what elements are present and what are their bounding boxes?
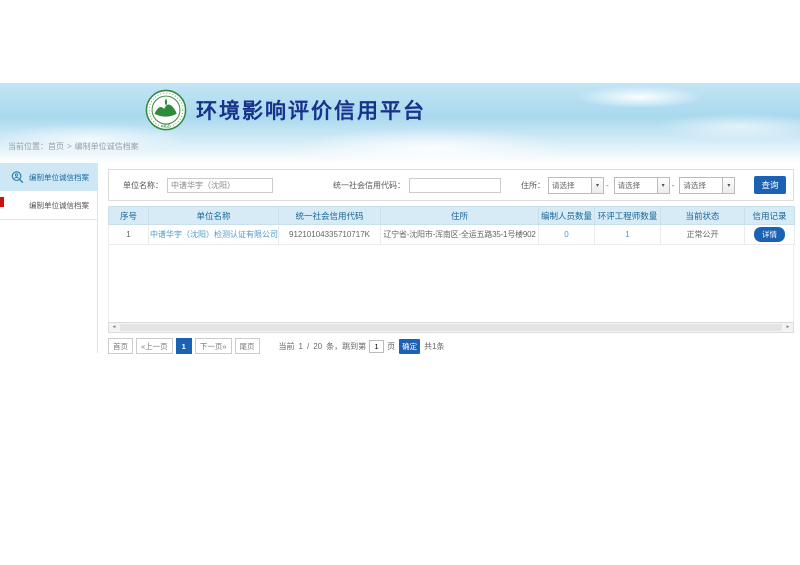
sidebar-item-label: 编制单位诚信档案 xyxy=(29,200,89,211)
company-name-link[interactable]: 中谱华宇（沈阳）检测认证有限公司 xyxy=(149,225,279,245)
chevron-down-icon[interactable]: ▾ xyxy=(722,178,734,193)
engineer-count-link[interactable]: 1 xyxy=(595,225,661,245)
scroll-left-icon[interactable]: ◄ xyxy=(109,323,119,332)
scroll-right-icon[interactable]: ► xyxy=(783,323,793,332)
pagination-info-mid: 条，跳到第 xyxy=(326,341,366,352)
brand: MEE 环境影响评价信用平台 xyxy=(145,89,426,131)
province-select[interactable]: 请选择 ▾ xyxy=(548,177,604,194)
first-page-button[interactable]: 首页 xyxy=(108,338,133,354)
credit-code-label: 统一社会信用代码： xyxy=(333,180,405,191)
pagination-info-prefix: 当前 xyxy=(279,341,295,352)
chevron-down-icon[interactable]: ▾ xyxy=(591,178,603,193)
district-select-value: 请选择 xyxy=(683,180,706,191)
col-header-record: 信用记录 xyxy=(745,207,795,225)
col-header-engineer-count: 环评工程师数量 xyxy=(595,207,661,225)
main-area: 编制单位诚信档案 编制单位诚信档案 单位名称： 统一社会信用代码： 住所： 请选… xyxy=(0,163,800,354)
pagination-page-word: 页 xyxy=(387,341,395,352)
col-header-name: 单位名称 xyxy=(149,207,279,225)
results-table: 序号 单位名称 统一社会信用代码 住所 编制人员数量 环评工程师数量 当前状态 … xyxy=(108,206,795,245)
page-1-button[interactable]: 1 xyxy=(176,338,192,354)
col-header-staff-count: 编制人员数量 xyxy=(539,207,595,225)
table-header-row: 序号 单位名称 统一社会信用代码 住所 编制人员数量 环评工程师数量 当前状态 … xyxy=(109,207,795,225)
sidebar-item-credit-archive[interactable]: 编制单位诚信档案 xyxy=(0,191,97,220)
jump-page-input[interactable] xyxy=(369,340,384,353)
pagination-bar: 首页 «上一页 1 下一页» 尾页 当前 1 / 20 条，跳到第 页 确定 共… xyxy=(108,338,794,354)
pagination-current-page: 1 xyxy=(299,342,303,351)
col-header-index: 序号 xyxy=(109,207,149,225)
row-index: 1 xyxy=(109,225,149,245)
next-page-button[interactable]: 下一页» xyxy=(195,338,232,354)
active-item-marker xyxy=(0,197,4,207)
pagination-total: 共1条 xyxy=(424,341,444,352)
district-select[interactable]: 请选择 ▾ xyxy=(679,177,735,194)
address-value: 辽宁省-沈阳市-浑南区-全运五路35-1号楼902 xyxy=(381,225,539,245)
col-header-credit-code: 统一社会信用代码 xyxy=(279,207,381,225)
col-header-status: 当前状态 xyxy=(661,207,745,225)
table-row: 1 中谱华宇（沈阳）检测认证有限公司 91210104335710717K 辽宁… xyxy=(109,225,795,245)
city-select-value: 请选择 xyxy=(618,180,641,191)
person-search-icon xyxy=(11,171,24,184)
pagination-info: 当前 1 / 20 条，跳到第 页 确定 共1条 xyxy=(277,339,447,354)
confirm-button[interactable]: 确定 xyxy=(399,339,420,354)
scrollbar-thumb[interactable] xyxy=(120,324,782,331)
grid-empty-area xyxy=(108,245,794,322)
query-button[interactable]: 查询 xyxy=(754,176,786,194)
credit-code-value: 91210104335710717K xyxy=(279,225,381,245)
address-separator: - xyxy=(672,181,675,190)
province-select-value: 请选择 xyxy=(552,180,575,191)
chevron-down-icon[interactable]: ▾ xyxy=(657,178,669,193)
sidebar-section-credit-archive[interactable]: 编制单位诚信档案 xyxy=(0,163,97,191)
city-select[interactable]: 请选择 ▾ xyxy=(614,177,670,194)
staff-count-link[interactable]: 0 xyxy=(539,225,595,245)
sidebar: 编制单位诚信档案 编制单位诚信档案 xyxy=(0,163,98,353)
address-separator: - xyxy=(606,181,609,190)
breadcrumb: 当前位置：首页>编制单位诚信档案 xyxy=(8,141,139,152)
breadcrumb-home-link[interactable]: 首页 xyxy=(48,142,64,151)
horizontal-scrollbar[interactable]: ◄ ► xyxy=(108,322,794,333)
unit-name-label: 单位名称： xyxy=(123,180,163,191)
search-panel: 单位名称： 统一社会信用代码： 住所： 请选择 ▾ - 请选择 ▾ - 请选择 … xyxy=(108,169,794,201)
content-panel: 单位名称： 统一社会信用代码： 住所： 请选择 ▾ - 请选择 ▾ - 请选择 … xyxy=(108,163,794,354)
pagination-page-separator: / xyxy=(307,342,309,351)
prev-page-button[interactable]: «上一页 xyxy=(136,338,173,354)
record-cell: 详情 xyxy=(745,225,795,245)
mee-logo-icon: MEE xyxy=(145,89,187,131)
logo-text: MEE xyxy=(161,124,170,129)
breadcrumb-separator: > xyxy=(67,142,72,151)
pagination-per-page: 20 xyxy=(313,342,322,351)
credit-code-input[interactable] xyxy=(409,178,501,193)
site-title: 环境影响评价信用平台 xyxy=(196,95,426,125)
breadcrumb-prefix: 当前位置： xyxy=(8,142,48,151)
status-value: 正常公开 xyxy=(661,225,745,245)
unit-name-input[interactable] xyxy=(167,178,273,193)
detail-button[interactable]: 详情 xyxy=(754,227,785,242)
breadcrumb-current: 编制单位诚信档案 xyxy=(75,142,139,151)
address-label: 住所： xyxy=(521,180,545,191)
page: MEE 环境影响评价信用平台 当前位置：首页>编制单位诚信档案 编制单位诚信档案 xyxy=(0,0,800,565)
col-header-address: 住所 xyxy=(381,207,539,225)
last-page-button[interactable]: 尾页 xyxy=(235,338,260,354)
site-banner: MEE 环境影响评价信用平台 当前位置：首页>编制单位诚信档案 xyxy=(0,83,800,163)
sidebar-section-label: 编制单位诚信档案 xyxy=(29,172,89,183)
